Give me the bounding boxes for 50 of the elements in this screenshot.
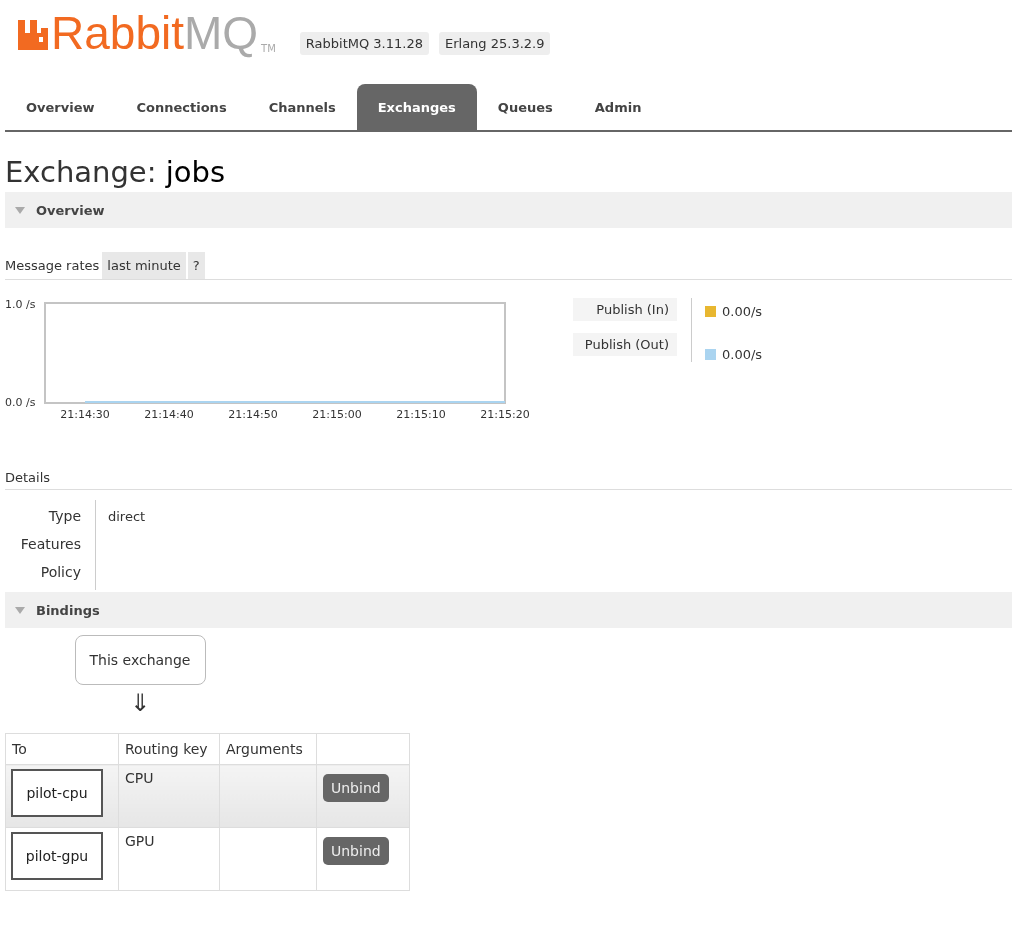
axis-label: 21:15:10: [396, 408, 446, 421]
rates-label: Message rates: [5, 257, 101, 275]
trademark: TM: [261, 43, 276, 54]
axis-label: 21:15:00: [312, 408, 362, 421]
detail-label: Type: [48, 508, 81, 524]
legend-label: Publish (In): [573, 298, 677, 321]
detail-label: Features: [20, 536, 81, 552]
queue-link[interactable]: pilot-cpu: [11, 769, 103, 817]
queue-link[interactable]: pilot-gpu: [11, 832, 103, 880]
axis-label: 0.0 /s: [5, 396, 36, 409]
table-cell: GPU: [125, 833, 155, 849]
help-button[interactable]: ?: [187, 252, 205, 279]
detail-label: Policy: [40, 564, 81, 580]
legend-label: Publish (Out): [573, 333, 677, 356]
down-arrow: ⇓: [129, 691, 151, 715]
logo-icon: [18, 20, 48, 50]
section-title: Bindings: [36, 602, 100, 618]
exchange-node: This exchange: [74, 635, 206, 685]
nav-tab[interactable]: Connections: [115, 84, 248, 130]
version-badge: RabbitMQ 3.11.28: [299, 32, 429, 55]
binding-row[interactable]: pilot-cpu CPU Unbind: [5, 764, 410, 828]
detail-value: direct: [108, 509, 146, 524]
binding-row[interactable]: pilot-gpu GPU Unbind: [5, 827, 410, 891]
nav-tab[interactable]: Channels: [247, 84, 357, 130]
unbind-button[interactable]: Unbind: [323, 774, 389, 802]
table-cell: CPU: [125, 770, 154, 786]
rate-value: 0.00/s: [722, 347, 763, 362]
section-header[interactable]: Bindings: [5, 592, 1012, 628]
column-header: To: [5, 733, 119, 765]
version-badge: Erlang 25.3.2.9: [438, 32, 551, 55]
rate-value: 0.00/s: [722, 304, 763, 319]
section-title: Overview: [36, 202, 105, 218]
axis-label: 21:15:20: [480, 408, 530, 421]
column-header: Routing key: [118, 733, 220, 765]
axis-label: 21:14:50: [228, 408, 278, 421]
nav-tab[interactable]: Exchanges: [356, 84, 477, 130]
column-header: Arguments: [219, 733, 317, 765]
logo-text: Rabbit: [51, 10, 184, 56]
logo-text: MQ: [183, 10, 259, 56]
nav-tab[interactable]: Overview: [5, 84, 116, 130]
nav-tab[interactable]: Queues: [476, 84, 574, 130]
details-title: Details: [5, 470, 51, 485]
period-selector[interactable]: last minute: [102, 252, 186, 279]
axis-label: 1.0 /s: [5, 298, 36, 311]
page-title: Exchange: jobs: [5, 155, 226, 189]
axis-label: 21:14:30: [60, 408, 110, 421]
nav-tab[interactable]: Admin: [573, 84, 663, 130]
axis-label: 21:14:40: [144, 408, 194, 421]
section-header[interactable]: Overview: [5, 192, 1012, 228]
unbind-button[interactable]: Unbind: [323, 837, 389, 865]
